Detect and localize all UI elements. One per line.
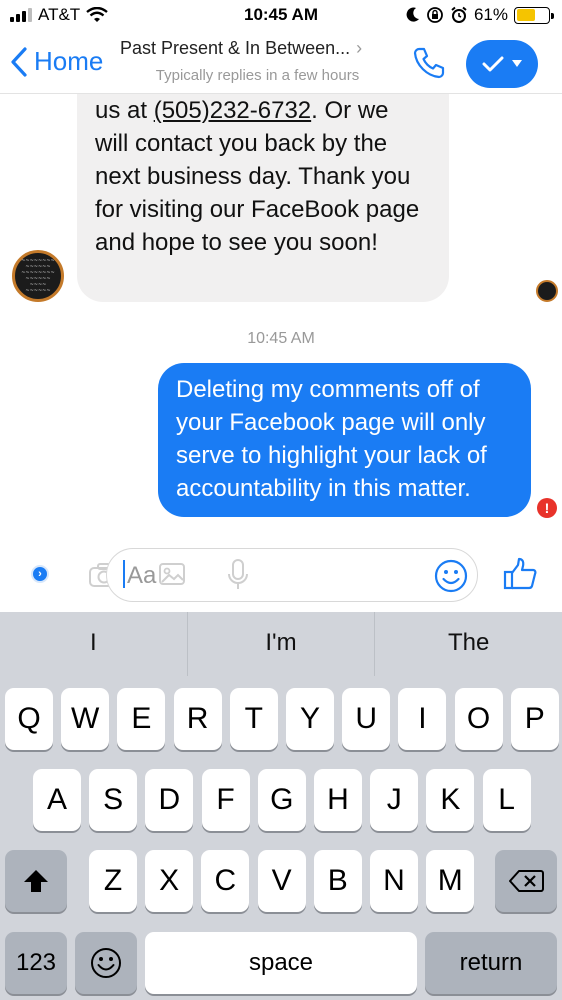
chevron-right-icon: › [356,38,363,58]
key-x[interactable]: X [145,850,194,912]
key-b[interactable]: B [313,850,362,912]
status-bar: AT&T 10:45 AM 61% [0,0,562,32]
incoming-message-bubble[interactable]: us at (505)232-6732. Or we will contact y… [77,84,449,302]
moon-icon [406,7,419,22]
key-d[interactable]: D [145,769,194,831]
conversation-title-button[interactable]: Past Present & In Between... › Typically … [120,38,395,84]
back-label: Home [34,46,104,76]
thumbs-up-icon[interactable] [502,556,538,592]
microphone-icon [228,559,248,589]
phone-icon [413,47,445,79]
key-c[interactable]: C [201,850,250,912]
back-button[interactable]: Home [10,46,103,77]
emoji-key[interactable] [75,932,137,994]
key-l[interactable]: L [482,769,531,831]
incoming-text-suffix: . Or we [311,97,389,124]
backspace-icon [509,870,544,892]
caret-down-icon [512,60,522,67]
key-p[interactable]: P [510,688,559,750]
checkmark-icon [482,56,504,72]
page-avatar[interactable]: ~~~~~~~~ ~~~~~~ ~~~~~~~~ ~~~~~~ ~~~~ ~~~~~~ [12,250,64,302]
battery-percent: 61% [473,5,508,24]
message-composer: › Aa [0,546,562,608]
outgoing-message-bubble[interactable]: Deleting my comments off of your Faceboo… [158,363,531,517]
message-thread[interactable]: us at (505)232-6732. Or we will contact y… [0,84,562,612]
message-timestamp: 10:45 AM [247,330,315,347]
shift-icon [24,870,48,892]
key-q[interactable]: Q [5,688,53,750]
key-g[interactable]: G [257,769,306,831]
key-t[interactable]: T [229,688,278,750]
key-w[interactable]: W [61,688,110,750]
key-a[interactable]: A [33,769,81,831]
expand-actions-button[interactable]: › [31,565,49,583]
response-time-subtitle: Typically replies in a few hours [155,67,360,84]
predictive-bar: I I'm The [0,612,562,676]
key-o[interactable]: O [454,688,503,750]
key-y[interactable]: Y [286,688,334,750]
keyboard: I I'm The 123 space return QWERTYU I O P… [0,612,562,1000]
key-f[interactable]: F [201,769,250,831]
numbers-key[interactable]: 123 [5,932,67,994]
key-s[interactable]: S [89,769,138,831]
key-v[interactable]: V [257,850,306,912]
key-z[interactable]: Z [89,850,137,912]
messenger-screen: AT&T 10:45 AM 61% Home Past Present & In… [0,0,562,1000]
suggestion-2[interactable]: I'm [188,612,376,676]
key-k[interactable]: K [426,769,475,831]
incoming-text-rest: will contact you back by the next busine… [95,130,420,256]
key-j[interactable]: J [370,769,419,831]
suggestion-3[interactable]: The [375,612,562,676]
text-cursor [123,560,125,588]
battery-fill [516,9,536,21]
emoji-icon[interactable] [434,559,468,593]
send-failed-icon[interactable]: ! [537,498,557,518]
incoming-text-prefix: us at [95,97,154,124]
emoji-keyboard-icon [91,948,121,978]
orientation-lock-icon [427,7,443,23]
key-u[interactable]: U [342,688,391,750]
message-input-placeholder: Aa [127,562,157,589]
image-icon [159,563,185,585]
key-m[interactable]: M [426,850,475,912]
key-r[interactable]: R [173,688,222,750]
status-right: 61% [406,5,554,25]
suggestion-1[interactable]: I [0,612,188,676]
outgoing-message-text: Deleting my comments off of your Faceboo… [176,376,487,502]
key-n[interactable]: N [370,850,418,912]
call-button[interactable] [412,46,446,85]
key-e[interactable]: E [117,688,166,750]
alarm-icon [451,6,467,23]
phone-number-link[interactable]: (505)232-6732 [154,97,311,124]
chevron-left-icon [11,46,27,77]
conversation-title: Past Present & In Between... › [120,38,395,59]
delete-key[interactable] [495,850,557,912]
space-key[interactable]: space [145,932,417,994]
seen-avatar [536,280,558,302]
shift-key[interactable] [5,850,67,912]
key-h[interactable]: H [314,769,362,831]
avatar-chalkboard-image: ~~~~~~~~ ~~~~~~ ~~~~~~~~ ~~~~~~ ~~~~ ~~~~~~ [21,258,55,294]
page-title: Past Present & In Between... [120,38,351,58]
battery-icon [514,6,554,24]
status-action-button[interactable] [466,40,538,88]
conversation-header: Home Past Present & In Between... › Typic… [0,32,562,94]
return-key[interactable]: return [425,932,557,994]
incoming-message-text: us at (505)232-6732. Or we will contact y… [95,94,431,259]
key-i[interactable]: I [398,688,447,750]
